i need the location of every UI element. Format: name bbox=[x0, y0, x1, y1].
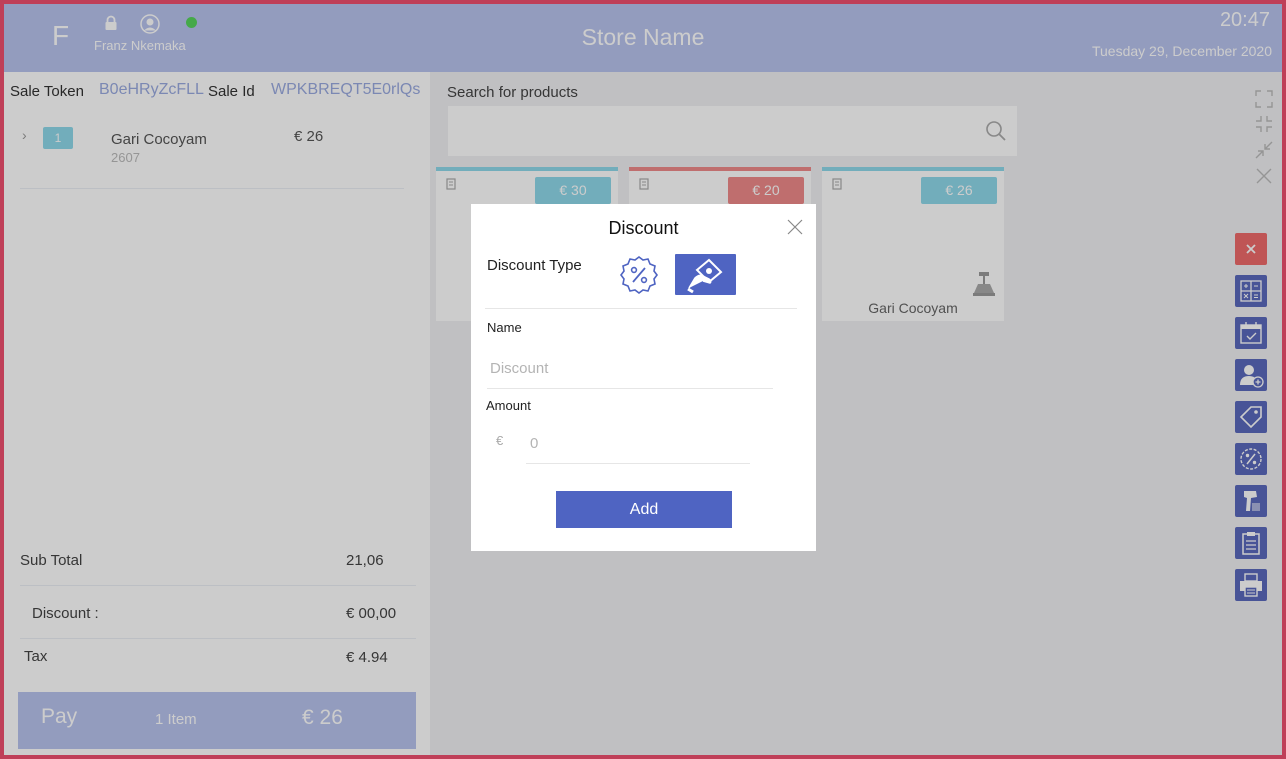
amount-label: Amount bbox=[486, 398, 531, 413]
currency-symbol: € bbox=[496, 433, 504, 448]
divider bbox=[485, 308, 797, 309]
name-label: Name bbox=[487, 320, 522, 335]
add-discount-button[interactable]: Add bbox=[556, 491, 732, 528]
cash-discount-button[interactable] bbox=[675, 254, 736, 295]
close-icon[interactable] bbox=[785, 217, 805, 237]
discount-amount-input[interactable] bbox=[526, 424, 750, 464]
discount-dialog: Discount Discount Type Name Amount € Add bbox=[471, 204, 816, 551]
discount-name-input[interactable] bbox=[487, 349, 773, 389]
percent-discount-icon[interactable] bbox=[619, 255, 659, 295]
dialog-title: Discount bbox=[608, 218, 679, 238]
cash-hand-icon bbox=[687, 258, 723, 294]
discount-type-label: Discount Type bbox=[487, 257, 582, 274]
